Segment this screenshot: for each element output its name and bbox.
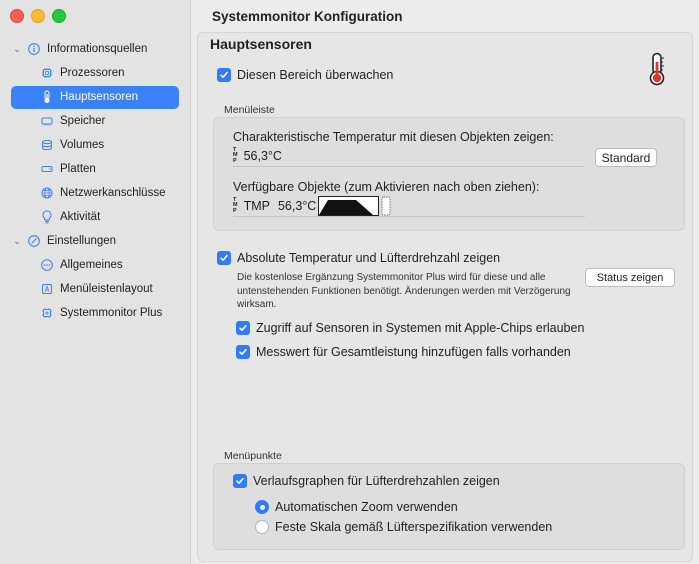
sidebar-item-aktivitaet[interactable]: Aktivität — [0, 205, 190, 229]
radio-unselected-icon[interactable] — [255, 520, 269, 534]
window-controls — [10, 9, 66, 23]
checkmark-icon[interactable] — [233, 474, 247, 488]
checkmark-icon[interactable] — [217, 68, 231, 82]
temperature-graph-icon[interactable] — [318, 196, 392, 216]
cpu-plus-icon — [40, 306, 54, 320]
disk-icon — [40, 162, 54, 176]
sidebar-item-platten[interactable]: Platten — [0, 157, 190, 181]
close-window-button[interactable] — [10, 9, 24, 23]
memory-icon — [40, 114, 54, 128]
ellipsis-circle-icon — [40, 258, 54, 272]
info-circle-icon — [27, 42, 41, 56]
monitor-checkbox-label: Diesen Bereich überwachen — [237, 68, 394, 82]
sidebar-group-label: Informationsquellen — [47, 43, 148, 55]
standard-button[interactable]: Standard — [595, 148, 657, 167]
volume-stack-icon — [40, 138, 54, 152]
sidebar-item-label: Systemmonitor Plus — [60, 307, 163, 319]
section-title: Hauptsensoren — [210, 36, 312, 52]
tmp-icon: TMP — [233, 146, 238, 164]
auto-zoom-radio[interactable]: Automatischen Zoom verwenden — [255, 500, 458, 514]
sidebar-item-menueleistenlayout[interactable]: Menüleistenlayout — [0, 277, 190, 301]
chevron-down-icon[interactable]: ⌄ — [11, 236, 23, 247]
sidebar-group-informationsquellen[interactable]: ⌄ Informationsquellen — [0, 37, 190, 61]
plus-note: Die kostenlose Ergänzung Systemmonitor P… — [237, 272, 571, 310]
absolute-temp-checkbox[interactable]: Absolute Temperatur und Lüfterdrehzahl z… — [217, 251, 500, 265]
sidebar: ⌄ Informationsquellen Prozessoren Haupts… — [0, 0, 191, 564]
globe-icon — [40, 186, 54, 200]
checkmark-icon[interactable] — [217, 251, 231, 265]
fixed-scale-radio[interactable]: Feste Skala gemäß Lüfterspezifikation ve… — [255, 520, 552, 534]
total-power-label: Messwert für Gesamtleistung hinzufügen f… — [256, 345, 571, 359]
menubar-group-label: Menüleiste — [224, 104, 275, 116]
fan-graph-label: Verlaufsgraphen für Lüfterdrehzahlen zei… — [253, 474, 500, 488]
sidebar-item-label: Netzwerkanschlüsse — [60, 187, 166, 199]
sidebar-item-volumes[interactable]: Volumes — [0, 133, 190, 157]
fan-graph-checkbox[interactable]: Verlaufsgraphen für Lüfterdrehzahlen zei… — [233, 474, 500, 488]
sidebar-item-label: Volumes — [60, 139, 105, 151]
thermometer-icon — [646, 52, 668, 91]
main-area: Systemmonitor Konfiguration Hauptsensore… — [191, 0, 699, 564]
sidebar-item-label: Allgemeines — [60, 259, 123, 271]
sidebar-list: ⌄ Informationsquellen Prozessoren Haupts… — [0, 37, 190, 325]
monitor-checkbox[interactable]: Diesen Bereich überwachen — [217, 68, 393, 82]
sidebar-item-allgemeines[interactable]: Allgemeines — [0, 253, 190, 277]
sidebar-group-label: Einstellungen — [47, 235, 117, 247]
radio-selected-icon[interactable] — [255, 500, 269, 514]
available-label: Verfügbare Objekte (zum Aktivieren nach … — [233, 180, 540, 194]
characteristic-drop-field[interactable]: TMP 56,3°C — [233, 146, 585, 167]
sidebar-group-einstellungen[interactable]: ⌄ Einstellungen — [0, 229, 190, 253]
fixed-scale-label: Feste Skala gemäß Lüfterspezifikation ve… — [275, 520, 553, 534]
sidebar-item-label: Hauptsensoren — [60, 91, 138, 103]
chevron-down-icon[interactable]: ⌄ — [11, 44, 23, 55]
sidebar-item-label: Aktivität — [60, 211, 101, 223]
sidebar-item-label: Speicher — [60, 115, 106, 127]
available-objects-field[interactable]: TMP TMP 56,3°C — [233, 196, 585, 217]
thermometer-icon — [40, 90, 54, 104]
window: ⌄ Informationsquellen Prozessoren Haupts… — [0, 0, 699, 564]
slash-circle-icon — [27, 234, 41, 248]
characteristic-label: Charakteristische Temperatur mit diesen … — [233, 130, 554, 144]
cpu-chip-icon — [40, 66, 54, 80]
sidebar-item-label: Prozessoren — [60, 67, 125, 79]
available-value[interactable]: 56,3°C — [278, 199, 316, 213]
checkmark-icon[interactable] — [236, 321, 250, 335]
checkmark-icon[interactable] — [236, 345, 250, 359]
characteristic-value: 56,3°C — [243, 149, 282, 163]
sidebar-item-hauptsensoren[interactable]: Hauptsensoren — [0, 85, 190, 109]
window-title: Systemmonitor Konfiguration — [212, 9, 403, 24]
sidebar-item-speicher[interactable]: Speicher — [0, 109, 190, 133]
sidebar-item-label: Platten — [60, 163, 96, 175]
total-power-checkbox[interactable]: Messwert für Gesamtleistung hinzufügen f… — [236, 345, 571, 359]
minimize-window-button[interactable] — [31, 9, 45, 23]
lightbulb-icon — [40, 210, 54, 224]
auto-zoom-label: Automatischen Zoom verwenden — [275, 500, 458, 514]
tmp-icon: TMP — [233, 196, 238, 214]
apple-chips-label: Zugriff auf Sensoren in Systemen mit App… — [256, 321, 585, 335]
sidebar-item-label: Menüleistenlayout — [60, 283, 153, 295]
available-tmp-label[interactable]: TMP — [244, 199, 270, 213]
menu-layout-icon — [40, 282, 54, 296]
absolute-temp-label: Absolute Temperatur und Lüfterdrehzahl z… — [237, 251, 501, 265]
status-button[interactable]: Status zeigen — [585, 268, 675, 287]
apple-chips-checkbox[interactable]: Zugriff auf Sensoren in Systemen mit App… — [236, 321, 584, 335]
menu-items-group-label: Menüpunkte — [224, 450, 282, 462]
sidebar-item-netzwerkanschluesse[interactable]: Netzwerkanschlüsse — [0, 181, 190, 205]
sidebar-item-prozessoren[interactable]: Prozessoren — [0, 61, 190, 85]
zoom-window-button[interactable] — [52, 9, 66, 23]
sidebar-item-systemmonitor-plus[interactable]: Systemmonitor Plus — [0, 301, 190, 325]
